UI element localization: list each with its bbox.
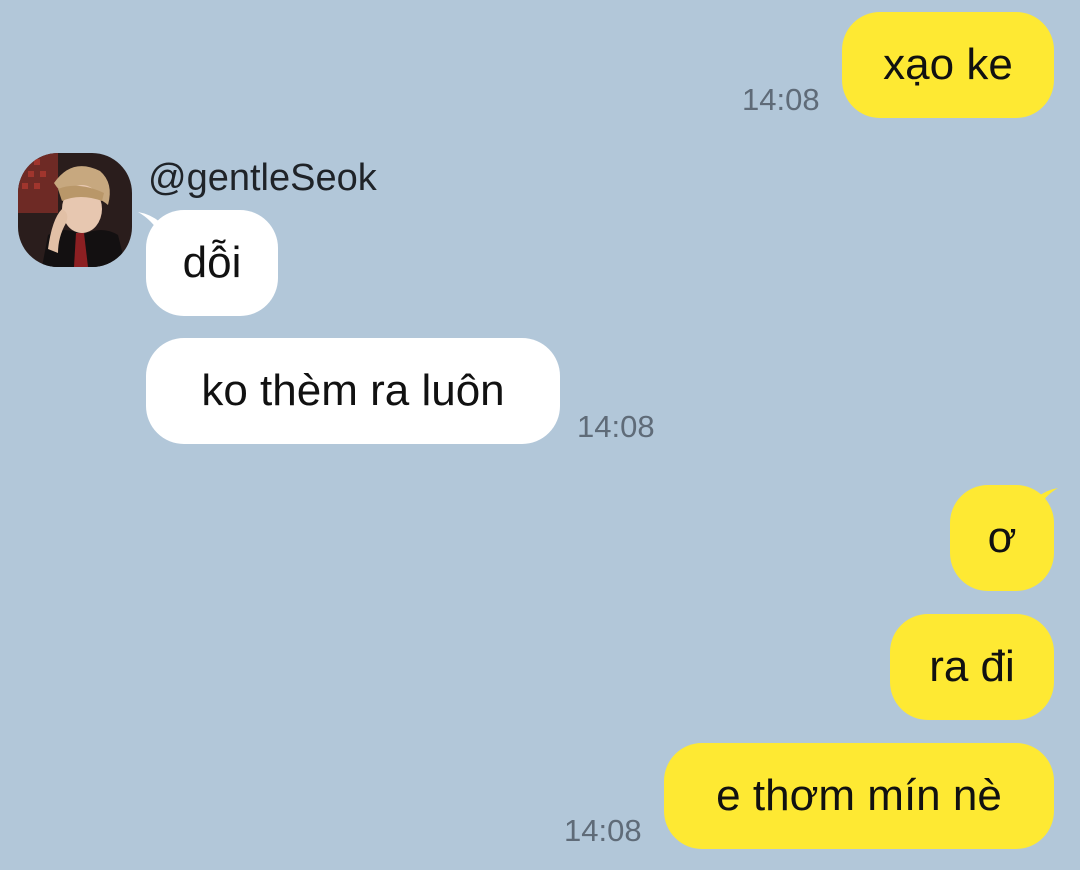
message-bubble-outgoing[interactable]: e thơm mín nè (664, 743, 1054, 849)
message-timestamp: 14:08 (577, 409, 655, 444)
contact-avatar[interactable] (18, 153, 132, 267)
message-bubble-outgoing[interactable]: ra đi (890, 614, 1054, 720)
avatar-image (18, 153, 132, 267)
message-bubble-incoming[interactable]: dỗi (146, 210, 278, 316)
message-timestamp: 14:08 (564, 813, 642, 848)
message-bubble-incoming[interactable]: ko thèm ra luôn (146, 338, 560, 444)
message-timestamp: 14:08 (742, 82, 820, 117)
chat-area: xạo ke 14:08 @gentleSeok dỗi ko thèm ra … (0, 0, 1080, 870)
message-bubble-outgoing[interactable]: xạo ke (842, 12, 1054, 118)
contact-name: @gentleSeok (148, 157, 377, 199)
message-bubble-outgoing[interactable]: ơ (950, 485, 1054, 591)
